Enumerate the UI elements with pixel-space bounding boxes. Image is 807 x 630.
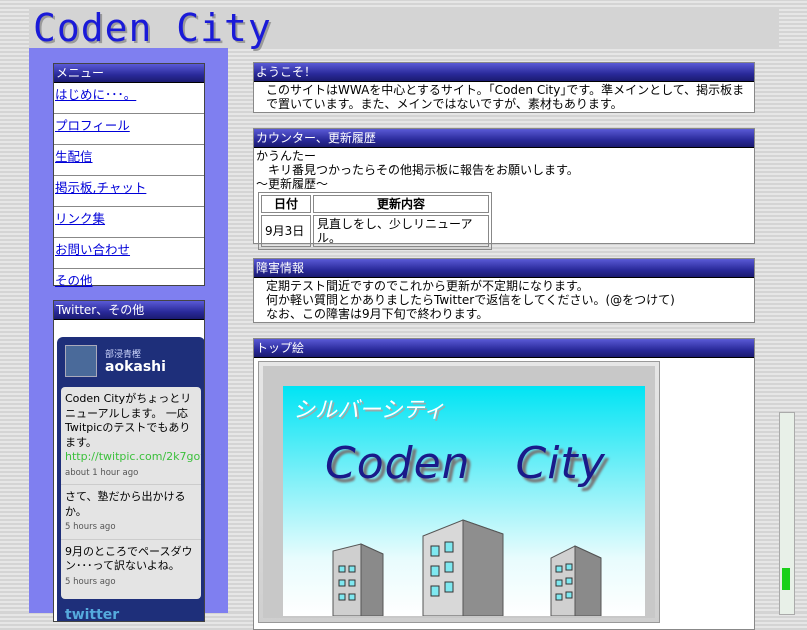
tweet-list: Coden Cityがちょっとリニューアルします。 一応Twitpicのテストで… (61, 387, 201, 599)
top-image: シルバーシティ Coden City (283, 386, 645, 616)
top-image-inner: シルバーシティ Coden City (263, 366, 655, 618)
building-left (332, 543, 384, 616)
site-header: Coden City (29, 6, 779, 50)
menu-title: メニュー (54, 64, 204, 83)
menu-link-links[interactable]: リンク集 (55, 208, 105, 227)
menu-item-bbs: 掲示板,チャット (54, 175, 204, 206)
column-header-date: 日付 (261, 195, 311, 213)
building-center (422, 519, 504, 616)
top-image-title: トップ絵 (254, 339, 754, 358)
welcome-title: ようこそ！ (254, 63, 754, 82)
menu-link-contact[interactable]: お問い合わせ (55, 239, 130, 258)
cell-date: 9月3日 (261, 215, 311, 247)
twitter-box: Twitter、その他 部浸青樫 aokashi Coden Cityがちょっと… (53, 300, 205, 622)
menu-box: メニュー はじめに･･･。 プロフィール 生配信 掲示板,チャット リンク集 お… (53, 63, 205, 288)
column-header-content: 更新内容 (313, 195, 489, 213)
menu-link-live[interactable]: 生配信 (55, 146, 93, 165)
site-title: Coden City (33, 6, 272, 50)
tweet-text: Coden Cityがちょっとリニューアルします。 一応Twitpicのテストで… (65, 392, 192, 449)
welcome-text: このサイトはWWAを中心とするサイト。｢Coden City｣です。準メインとし… (266, 83, 745, 111)
tweet-link[interactable]: http://twitpic.com/2k7gow (65, 450, 201, 463)
tweet-text: さて、塾だから出かけるか。 (65, 490, 186, 518)
update-history-table: 日付 更新内容 9月3日 見直しをし、少しリニューアル。 (258, 192, 492, 250)
twitter-box-title: Twitter、その他 (54, 301, 204, 320)
tweet-text: 9月のところでペースダウン･･･って訳ないよね。 (65, 544, 193, 573)
twitter-widget: 部浸青樫 aokashi Coden Cityがちょっとリニューアルします。 一… (57, 337, 204, 621)
top-image-frame: シルバーシティ Coden City (258, 361, 660, 623)
tweet-time[interactable]: about 1 hour ago (65, 466, 197, 481)
tweet-time[interactable]: 5 hours ago (65, 520, 197, 535)
buildings-illustration (332, 519, 602, 616)
trouble-content: 定期テスト間近ですのでこれから更新が不定期になります。 何か軽い質問とかありまし… (254, 278, 754, 322)
page-scrollbar[interactable] (779, 412, 795, 615)
trouble-line: 何か軽い質問とかありましたらTwitterで返信をしてください。(@をつけて) (266, 293, 675, 307)
counter-title: カウンター、更新履歴 (254, 129, 754, 148)
trouble-section: 障害情報 定期テスト間近ですのでこれから更新が不定期になります。 何か軽い質問と… (253, 258, 755, 323)
twitter-profile[interactable]: 部浸青樫 aokashi (57, 337, 204, 385)
cell-content: 見直しをし、少しリニューアル。 (313, 215, 489, 247)
table-header-row: 日付 更新内容 (261, 195, 489, 213)
top-image-section: トップ絵 シルバーシティ Coden City (253, 338, 755, 630)
table-row: 9月3日 見直しをし、少しリニューアル。 (261, 215, 489, 247)
counter-section: カウンター、更新履歴 かうんたー キリ番見つかったらその他掲示板に報告をお願いし… (253, 128, 755, 250)
scrollbar-thumb[interactable] (782, 568, 790, 590)
tweet-item: 9月のところでペースダウン･･･って訳ないよね。 5 hours ago (61, 540, 201, 594)
menu-link-bbs[interactable]: 掲示板,チャット (55, 177, 146, 196)
avatar[interactable] (65, 345, 97, 377)
tweet-item: Coden Cityがちょっとリニューアルします。 一応Twitpicのテストで… (61, 387, 201, 485)
menu-item-live: 生配信 (54, 144, 204, 175)
tweet-time[interactable]: 5 hours ago (65, 575, 197, 590)
trouble-line: 定期テスト間近ですのでこれから更新が不定期になります。 (266, 279, 589, 293)
kiriban-note: キリ番見つかったらその他掲示板に報告をお願いします。 (268, 163, 579, 177)
menu-link-other[interactable]: その他 (55, 270, 93, 289)
history-label: ～更新履歴～ (256, 177, 329, 191)
trouble-title: 障害情報 (254, 259, 754, 278)
tweet-item: さて、塾だから出かけるか。 5 hours ago (61, 485, 201, 540)
menu-item-profile: プロフィール (54, 113, 204, 144)
welcome-section: ようこそ！ このサイトはWWAを中心とするサイト。｢Coden City｣です。… (253, 62, 755, 113)
menu-link-profile[interactable]: プロフィール (55, 115, 130, 134)
menu-item-other: その他 (54, 268, 204, 288)
menu-item-intro: はじめに･･･。 (54, 83, 204, 113)
left-sidebar: メニュー はじめに･･･。 プロフィール 生配信 掲示板,チャット リンク集 お… (29, 48, 228, 622)
menu-item-links: リンク集 (54, 206, 204, 237)
trouble-line: なお、この障害は9月下旬で終わります。 (266, 307, 489, 321)
menu-item-contact: お問い合わせ (54, 237, 204, 268)
counter-content: かうんたー キリ番見つかったらその他掲示板に報告をお願いします。 ～更新履歴～ … (254, 148, 754, 251)
building-right (550, 545, 602, 616)
twitter-handle[interactable]: aokashi (105, 359, 166, 375)
menu-link-intro[interactable]: はじめに･･･。 (55, 84, 136, 103)
twitter-logo[interactable]: twitter (65, 607, 119, 621)
counter-label: かうんたー (256, 149, 317, 163)
